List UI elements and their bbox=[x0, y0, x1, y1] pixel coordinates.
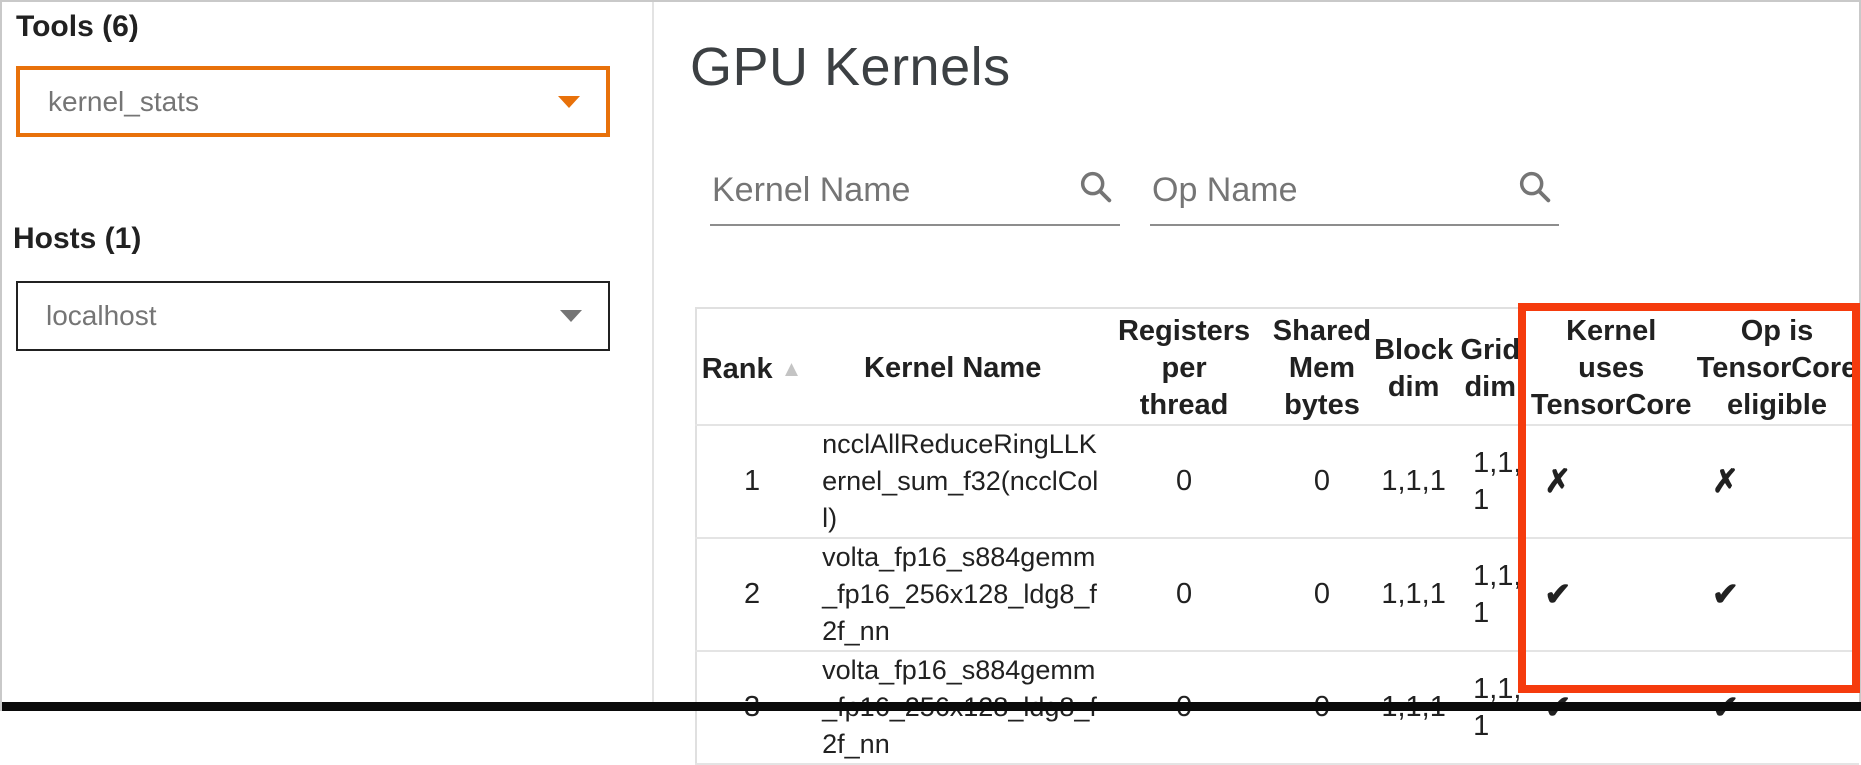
search-icon bbox=[1515, 167, 1555, 212]
op-tensorcore-eligible-cell: ✔ bbox=[1695, 538, 1859, 651]
grid-dim-cell: 1,1, 1 bbox=[1453, 425, 1527, 538]
grid-dim-cell: 1,1, 1 bbox=[1453, 538, 1527, 651]
profiler-page: Tools (6) kernel_stats Hosts (1) localho… bbox=[0, 0, 1861, 711]
table-header-row: Rank▲ Kernel Name Registers per thread S… bbox=[696, 308, 1859, 425]
op-name-field bbox=[1150, 162, 1559, 226]
chevron-down-icon bbox=[558, 96, 580, 108]
hosts-dropdown-value: localhost bbox=[18, 300, 560, 332]
table-row[interactable]: 2 volta_fp16_s884gemm _fp16_256x128_ldg8… bbox=[696, 538, 1859, 651]
op-tensorcore-eligible-cell: ✗ bbox=[1695, 425, 1859, 538]
registers-cell: 0 bbox=[1098, 425, 1270, 538]
kernel-uses-tensorcore-cell: ✔ bbox=[1527, 538, 1695, 651]
column-header-shared-mem-bytes[interactable]: Shared Mem bytes bbox=[1270, 308, 1374, 425]
gpu-kernels-table: Rank▲ Kernel Name Registers per thread S… bbox=[695, 307, 1859, 765]
column-header-kernel-name[interactable]: Kernel Name bbox=[807, 308, 1098, 425]
rank-cell: 2 bbox=[696, 538, 807, 651]
kernel-name-cell: ncclAllReduceRingLLK ernel_sum_f32(ncclC… bbox=[807, 425, 1098, 538]
block-dim-cell: 1,1,1 bbox=[1374, 425, 1453, 538]
sidebar-divider bbox=[652, 2, 654, 705]
column-header-op-tensorcore-eligible[interactable]: Op is TensorCore eligible bbox=[1695, 308, 1859, 425]
block-dim-cell: 1,1,1 bbox=[1374, 538, 1453, 651]
hosts-dropdown[interactable]: localhost bbox=[16, 281, 610, 351]
sort-ascending-icon: ▲ bbox=[773, 356, 803, 381]
chevron-down-icon bbox=[560, 310, 582, 322]
tools-label: Tools (6) bbox=[16, 10, 139, 44]
column-header-rank[interactable]: Rank▲ bbox=[696, 308, 807, 425]
page-title: GPU Kernels bbox=[690, 36, 1011, 98]
column-header-registers-per-thread[interactable]: Registers per thread bbox=[1098, 308, 1270, 425]
table-row[interactable]: 1 ncclAllReduceRingLLK ernel_sum_f32(ncc… bbox=[696, 425, 1859, 538]
kernel-name-field bbox=[710, 162, 1120, 226]
kernel-uses-tensorcore-cell: ✗ bbox=[1527, 425, 1695, 538]
rank-cell: 1 bbox=[696, 425, 807, 538]
tools-dropdown-value: kernel_stats bbox=[20, 86, 558, 118]
op-name-input[interactable] bbox=[1150, 162, 1559, 226]
shared-mem-cell: 0 bbox=[1270, 425, 1374, 538]
kernel-name-cell: volta_fp16_s884gemm _fp16_256x128_ldg8_f… bbox=[807, 538, 1098, 651]
registers-cell: 0 bbox=[1098, 538, 1270, 651]
column-header-kernel-uses-tensorcore[interactable]: Kernel uses TensorCore bbox=[1527, 308, 1695, 425]
search-icon bbox=[1076, 167, 1116, 212]
hosts-label: Hosts (1) bbox=[13, 222, 141, 256]
bottom-border-bar bbox=[2, 702, 1861, 711]
column-header-block-dim[interactable]: Block dim bbox=[1374, 308, 1453, 425]
kernel-name-input[interactable] bbox=[710, 162, 1120, 226]
column-header-grid-dim[interactable]: Grid dim bbox=[1453, 308, 1527, 425]
shared-mem-cell: 0 bbox=[1270, 538, 1374, 651]
tools-dropdown[interactable]: kernel_stats bbox=[16, 66, 610, 137]
